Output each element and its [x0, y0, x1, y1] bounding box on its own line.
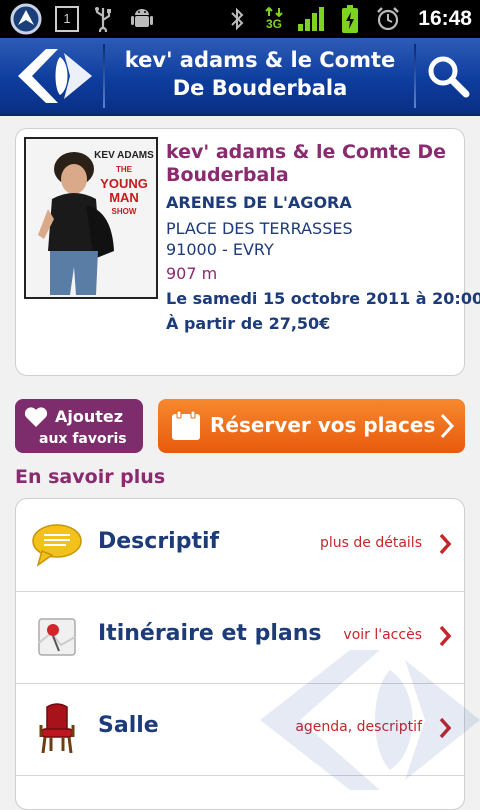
list-item-salle[interactable]: Salle agenda, descriptif	[16, 683, 464, 776]
speech-bubble-icon	[30, 517, 84, 573]
row-label: Itinéraire et plans	[98, 621, 322, 646]
event-city: 91000 - EVRY	[166, 240, 274, 259]
chevron-right-icon	[439, 625, 452, 647]
favorite-sublabel: aux favoris	[39, 431, 127, 447]
reserve-button[interactable]: Réserver vos places	[158, 399, 465, 453]
status-time: 16:48	[418, 7, 472, 30]
poster-word: SHOW	[111, 207, 137, 216]
header-divider	[103, 44, 105, 108]
heart-icon	[24, 407, 48, 427]
carrefour-back-icon	[18, 49, 92, 103]
armchair-icon	[30, 701, 84, 757]
bluetooth-icon	[226, 5, 248, 33]
poster-word: THE	[116, 165, 132, 174]
notification-count: 1	[55, 6, 79, 32]
signal-icon	[296, 5, 326, 33]
list-item-itineraire[interactable]: Itinéraire et plans voir l'accès	[16, 591, 464, 684]
row-link[interactable]: agenda, descriptif	[295, 719, 422, 735]
add-favorite-button[interactable]: Ajoutez aux favoris	[15, 399, 143, 453]
poster-artist: KEV ADAMS	[94, 150, 154, 161]
app-header: kev' adams & le Comte De Bouderbala	[0, 38, 480, 116]
row-link[interactable]: voir l'accès	[343, 627, 422, 643]
location-icon	[6, 3, 46, 35]
event-distance: 907 m	[166, 264, 218, 283]
row-label: Salle	[98, 713, 159, 738]
chevron-right-icon	[439, 717, 452, 739]
network-3g-icon: 3G	[262, 5, 286, 33]
favorite-label: Ajoutez	[55, 407, 124, 426]
search-icon	[428, 56, 470, 98]
map-pin-icon	[30, 609, 84, 665]
notification-icon: 1	[54, 5, 80, 33]
event-venue: ARENES DE L'AGORA	[166, 193, 352, 212]
android-debug-icon	[128, 5, 156, 33]
page-title: kev' adams & le Comte De Bouderbala	[124, 48, 396, 100]
poster-word: YOUNG	[100, 176, 148, 191]
event-card: KEV ADAMS THE YOUNG MAN SHOW kev' adams …	[15, 128, 480, 376]
chevron-right-icon	[439, 533, 452, 555]
status-bar: 1 3G 16:48	[0, 0, 480, 38]
poster-word: MAN	[109, 190, 139, 205]
battery-charging-icon	[338, 5, 362, 33]
reserve-label: Réserver vos places	[210, 413, 436, 437]
network-label: 3G	[265, 17, 282, 31]
section-title: En savoir plus	[15, 466, 166, 488]
search-button[interactable]	[416, 38, 480, 114]
event-title: kev' adams & le Comte De Bouderbala	[166, 141, 447, 186]
row-link[interactable]: plus de détails	[320, 535, 422, 551]
event-address: PLACE DES TERRASSES	[166, 219, 353, 238]
event-date: Le samedi 15 octobre 2011 à 20:00	[166, 289, 480, 308]
back-button[interactable]	[0, 38, 102, 114]
chevron-right-icon	[440, 413, 455, 439]
event-price: À partir de 27,50€	[166, 314, 331, 333]
info-list: Descriptif plus de détails Itinéraire et…	[15, 498, 465, 810]
calendar-icon	[172, 410, 200, 440]
usb-icon	[90, 5, 116, 33]
event-poster: KEV ADAMS THE YOUNG MAN SHOW	[24, 137, 158, 299]
row-label: Descriptif	[98, 529, 220, 554]
list-item-descriptif[interactable]: Descriptif plus de détails	[16, 499, 464, 592]
alarm-icon	[374, 5, 402, 33]
